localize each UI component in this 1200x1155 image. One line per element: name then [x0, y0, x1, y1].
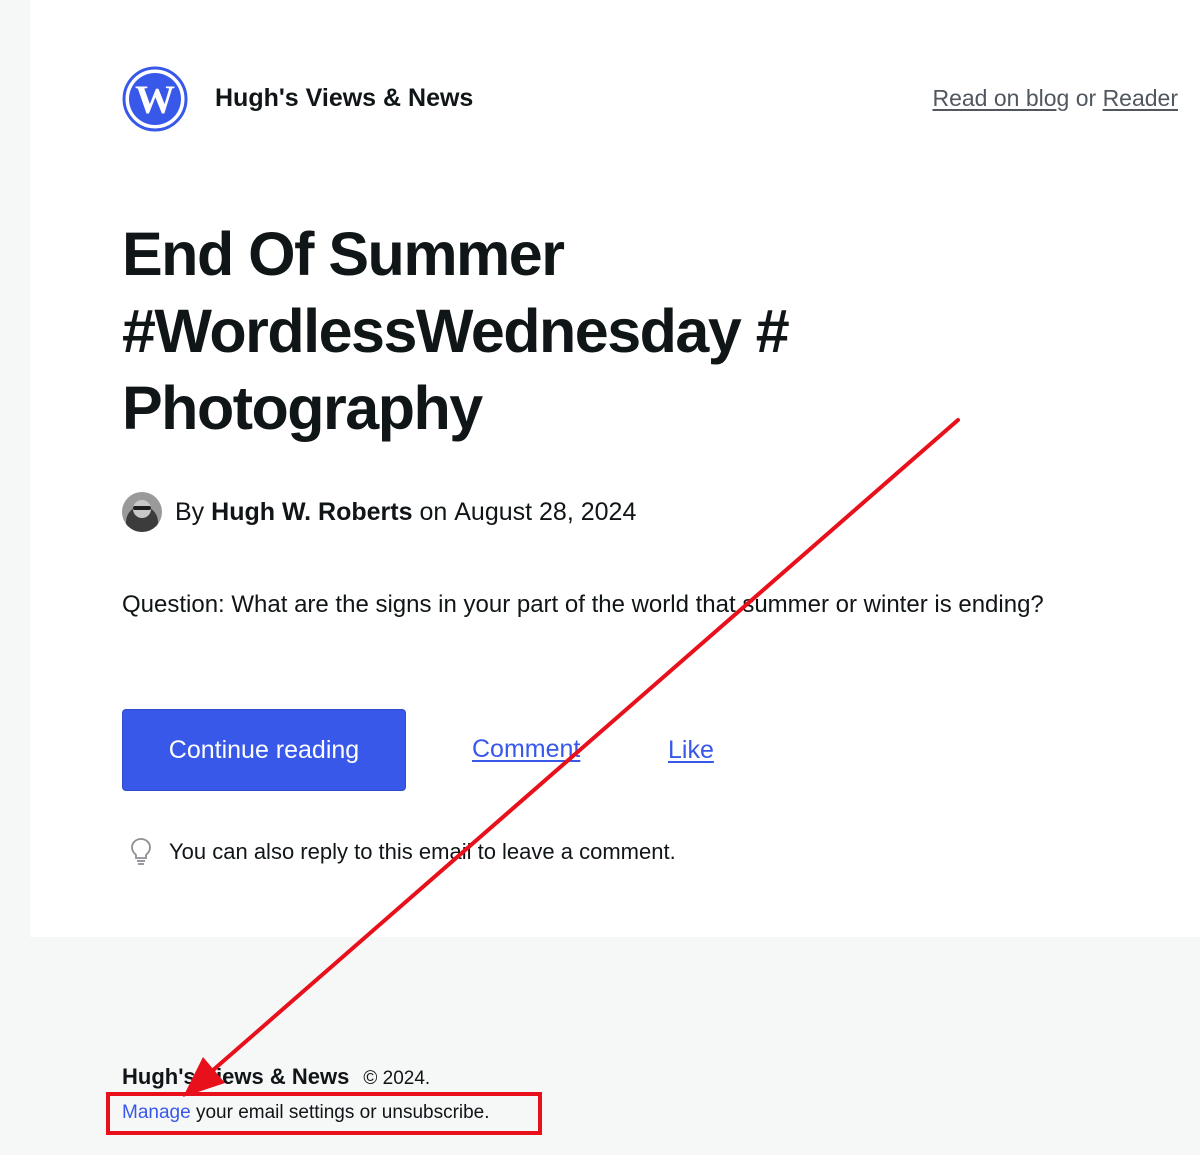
wordpress-logo-icon[interactable]: W [122, 66, 188, 132]
post-title[interactable]: End Of Summer #WordlessWednesday # Photo… [122, 216, 942, 447]
post-date: August 28, 2024 [454, 497, 637, 526]
continue-reading-button[interactable]: Continue reading [122, 709, 406, 791]
author-avatar [122, 492, 162, 532]
read-on-blog-link[interactable]: Read on blog [932, 85, 1069, 111]
by-label: By [175, 497, 205, 526]
byline: By Hugh W. Roberts on August 28, 2024 [122, 492, 636, 532]
on-label: on [419, 497, 448, 526]
svg-text:W: W [135, 77, 175, 122]
lightbulb-icon [131, 838, 151, 865]
annotation-highlight-box [106, 1092, 542, 1135]
like-link[interactable]: Like [668, 736, 714, 765]
footer-site-name: Hugh's Views & News [122, 1064, 350, 1089]
email-card [30, 0, 1200, 937]
author-name: Hugh W. Roberts [211, 497, 413, 526]
tip-text: You can also reply to this email to leav… [169, 839, 676, 864]
or-text: or [1075, 85, 1097, 111]
top-links: Read on blog or Reader [932, 85, 1178, 112]
comment-link[interactable]: Comment [472, 735, 580, 764]
footer-site-info: Hugh's Views & News © 2024. [122, 1064, 430, 1090]
footer-copyright: © 2024. [363, 1068, 431, 1089]
reply-tip: You can also reply to this email to leav… [130, 836, 676, 868]
post-excerpt: Question: What are the signs in your par… [122, 591, 1044, 618]
reader-link[interactable]: Reader [1103, 85, 1178, 111]
site-name: Hugh's Views & News [215, 84, 474, 112]
